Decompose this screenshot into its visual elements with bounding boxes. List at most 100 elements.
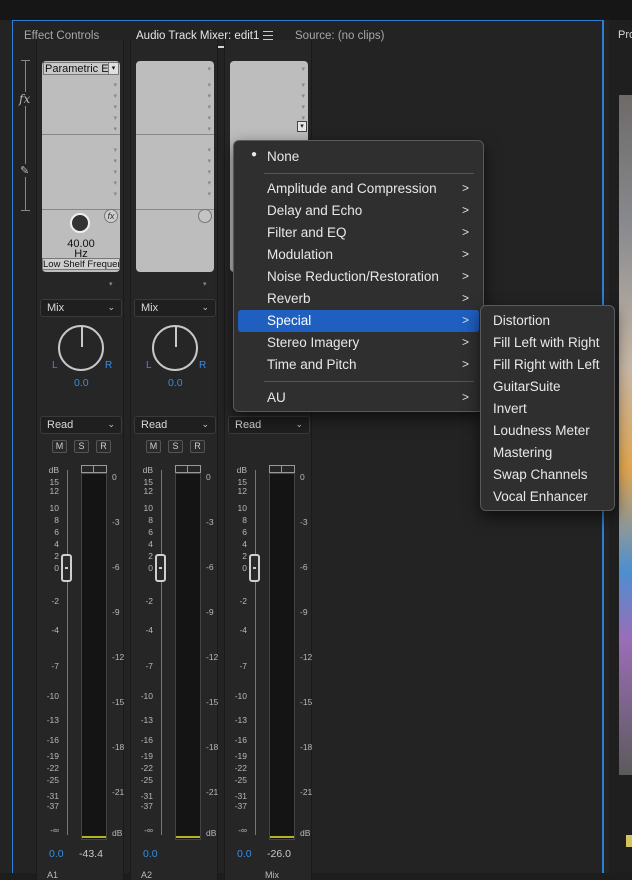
solo-button[interactable]: S bbox=[74, 440, 89, 453]
volume-fader[interactable] bbox=[155, 554, 166, 582]
parameter-select[interactable]: Low Shelf Frequency bbox=[42, 258, 120, 270]
meter-scale: 0 -3 -6 -9 -12 -15 -18 -21 dB bbox=[206, 472, 219, 838]
mute-button[interactable]: M bbox=[52, 440, 67, 453]
fader-value[interactable]: 0.0 bbox=[237, 848, 252, 860]
volume-fader[interactable] bbox=[61, 554, 72, 582]
channel-strip-a1: Parametric Eq ▾ ▾ ▾ ▾ ▾ ▾ ▾ ▾ ▾ ▾ ▾ fx 40… bbox=[36, 40, 124, 880]
monitor-control[interactable] bbox=[626, 835, 632, 847]
peak-indicator[interactable] bbox=[175, 465, 201, 473]
chevron-down-icon[interactable]: ▾ bbox=[301, 65, 305, 73]
menu-divider bbox=[264, 381, 474, 382]
pan-knob[interactable] bbox=[152, 325, 198, 371]
volume-fader[interactable] bbox=[249, 554, 260, 582]
meter-level bbox=[270, 836, 294, 838]
solo-button[interactable]: S bbox=[168, 440, 183, 453]
chevron-right-icon: > bbox=[461, 225, 469, 239]
automation-mode-dropdown[interactable]: Read ⌄ bbox=[40, 416, 122, 434]
submenu-item-swap-channels[interactable]: Swap Channels bbox=[493, 467, 588, 482]
pan-value[interactable]: 0.0 bbox=[168, 377, 183, 389]
chevron-down-icon[interactable]: ▾ bbox=[113, 168, 117, 176]
chevron-down-icon[interactable]: ▾ bbox=[113, 157, 117, 165]
bullet-icon: ● bbox=[251, 149, 258, 160]
submenu-item-distortion[interactable]: Distortion bbox=[493, 313, 550, 328]
fader-value[interactable]: 0.0 bbox=[143, 848, 158, 860]
track-name: A1 bbox=[47, 870, 59, 880]
menu-divider bbox=[264, 173, 474, 174]
fx-bypass-icon[interactable] bbox=[198, 209, 212, 223]
chevron-down-icon: ⌄ bbox=[107, 419, 115, 429]
top-strip bbox=[0, 0, 632, 20]
chevron-down-icon[interactable]: ▾ bbox=[113, 190, 117, 198]
chevron-down-icon[interactable]: ▾ bbox=[301, 81, 305, 89]
chevron-down-icon[interactable]: ▾ bbox=[207, 179, 211, 187]
menu-item-none[interactable]: ● None bbox=[238, 146, 479, 168]
chevron-down-icon[interactable]: ▾ bbox=[108, 63, 118, 74]
effect-parameter-knob[interactable] bbox=[70, 213, 90, 233]
chevron-down-icon[interactable]: ▾ bbox=[207, 103, 211, 111]
chevron-down-icon[interactable]: ▾ bbox=[207, 92, 211, 100]
chevron-down-icon[interactable]: ▾ bbox=[203, 280, 207, 288]
menu-item-delay[interactable]: Delay and Echo > bbox=[238, 200, 479, 222]
submenu-item-guitarsuite[interactable]: GuitarSuite bbox=[493, 379, 561, 394]
chevron-down-icon[interactable]: ▾ bbox=[113, 92, 117, 100]
chevron-down-icon[interactable]: ▾ bbox=[113, 114, 117, 122]
pan-knob[interactable] bbox=[58, 325, 104, 371]
mute-button[interactable]: M bbox=[146, 440, 161, 453]
record-button[interactable]: R bbox=[190, 440, 205, 453]
chevron-down-icon[interactable]: ▾ bbox=[207, 114, 211, 122]
menu-item-au[interactable]: AU > bbox=[238, 387, 479, 409]
fader-scale: dB 15 12 10 8 6 4 2 0 -2 -4 -7 -10 -13 -16 -19 -22 -25 -31… bbox=[140, 465, 153, 835]
chevron-down-icon[interactable]: ▾ bbox=[109, 280, 113, 288]
submenu-item-fill-left[interactable]: Fill Left with Right bbox=[493, 335, 600, 350]
menu-item-time-pitch[interactable]: Time and Pitch > bbox=[238, 354, 479, 376]
submenu-item-vocal-enhancer[interactable]: Vocal Enhancer bbox=[493, 489, 588, 504]
submenu-item-invert[interactable]: Invert bbox=[493, 401, 527, 416]
chevron-down-icon[interactable]: ▾ bbox=[113, 125, 117, 133]
fx-bypass-icon[interactable]: fx bbox=[104, 209, 118, 223]
menu-item-modulation[interactable]: Modulation > bbox=[238, 244, 479, 266]
effect-slot-1[interactable]: Parametric Eq ▾ bbox=[43, 62, 119, 75]
pan-value[interactable]: 0.0 bbox=[74, 377, 89, 389]
chevron-down-icon[interactable]: ▾ bbox=[207, 81, 211, 89]
effect-slot-dropdown-active[interactable]: ▾ bbox=[297, 121, 307, 132]
submenu-item-fill-right[interactable]: Fill Right with Left bbox=[493, 357, 600, 372]
chevron-down-icon: ⌄ bbox=[201, 419, 209, 429]
submenu-item-mastering[interactable]: Mastering bbox=[493, 445, 552, 460]
menu-item-label: Noise Reduction/Restoration bbox=[267, 269, 439, 284]
peak-indicator[interactable] bbox=[269, 465, 295, 473]
special-submenu: Distortion Fill Left with Right Fill Rig… bbox=[480, 305, 615, 511]
peak-indicator[interactable] bbox=[81, 465, 107, 473]
chevron-down-icon[interactable]: ▾ bbox=[207, 168, 211, 176]
tab-program[interactable]: Pro bbox=[618, 29, 632, 41]
side-icons: fx ✎ bbox=[18, 60, 34, 260]
chevron-down-icon[interactable]: ▾ bbox=[301, 92, 305, 100]
chevron-down-icon[interactable]: ▾ bbox=[207, 190, 211, 198]
submenu-item-loudness-meter[interactable]: Loudness Meter bbox=[493, 423, 590, 438]
chevron-down-icon[interactable]: ▾ bbox=[113, 179, 117, 187]
chevron-down-icon[interactable]: ▾ bbox=[301, 103, 305, 111]
fader-value[interactable]: 0.0 bbox=[49, 848, 64, 860]
fx-icon[interactable]: fx bbox=[19, 92, 31, 106]
chevron-right-icon: > bbox=[461, 390, 469, 404]
automation-mode-dropdown[interactable]: Read ⌄ bbox=[134, 416, 216, 434]
send-mode-dropdown[interactable]: Mix ⌄ bbox=[40, 299, 122, 317]
chevron-down-icon[interactable]: ▾ bbox=[113, 81, 117, 89]
chevron-down-icon[interactable]: ▾ bbox=[207, 65, 211, 73]
chevron-down-icon[interactable]: ▾ bbox=[207, 146, 211, 154]
chevron-down-icon[interactable]: ▾ bbox=[207, 125, 211, 133]
menu-item-stereo-imagery[interactable]: Stereo Imagery > bbox=[238, 332, 479, 354]
menu-item-noise-reduction[interactable]: Noise Reduction/Restoration > bbox=[238, 266, 479, 288]
menu-item-reverb[interactable]: Reverb > bbox=[238, 288, 479, 310]
level-meter bbox=[81, 473, 107, 840]
send-mode-dropdown[interactable]: Mix ⌄ bbox=[134, 299, 216, 317]
chevron-down-icon[interactable]: ▾ bbox=[207, 157, 211, 165]
chevron-down-icon[interactable]: ▾ bbox=[113, 146, 117, 154]
menu-item-special[interactable]: Special > bbox=[238, 310, 479, 332]
chevron-down-icon[interactable]: ▾ bbox=[113, 103, 117, 111]
menu-item-filter[interactable]: Filter and EQ > bbox=[238, 222, 479, 244]
menu-item-amplitude[interactable]: Amplitude and Compression > bbox=[238, 178, 479, 200]
automation-mode-dropdown[interactable]: Read ⌄ bbox=[228, 416, 310, 434]
effects-rack: Parametric Eq ▾ ▾ ▾ ▾ ▾ ▾ ▾ ▾ ▾ ▾ ▾ fx 40… bbox=[42, 61, 120, 272]
record-button[interactable]: R bbox=[96, 440, 111, 453]
pen-icon[interactable]: ✎ bbox=[20, 164, 30, 177]
